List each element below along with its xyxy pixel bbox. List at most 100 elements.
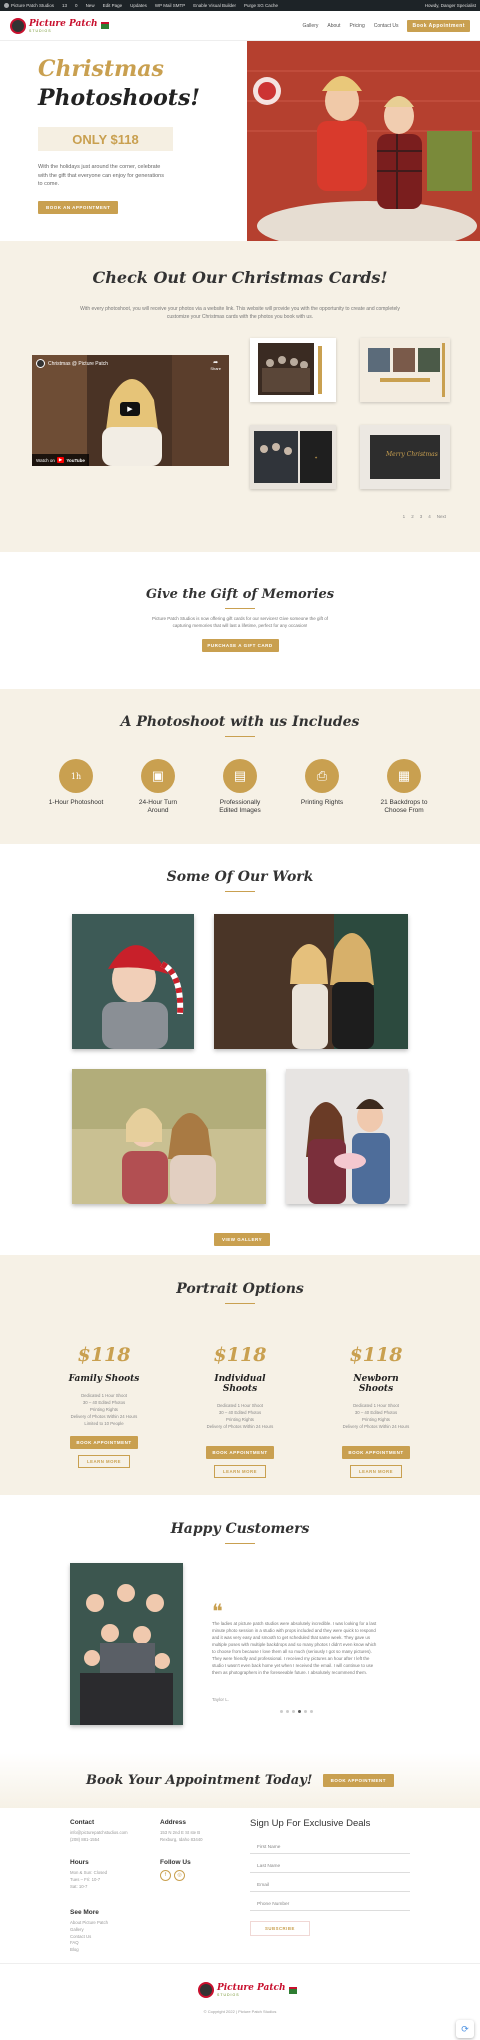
option-newborn: $118 Newborn Shoots Dedicated 1 Hour Sho…: [340, 1344, 412, 1478]
footer-link[interactable]: Contact Us: [70, 1934, 108, 1941]
include-label: Printing Rights: [300, 799, 344, 806]
option-features: Dedicated 1 Hour Shoot 30 – 40 Edited Ph…: [206, 1403, 274, 1429]
christmas-card-3[interactable]: ✦: [250, 425, 336, 489]
recaptcha-icon[interactable]: ⟳: [456, 2020, 474, 2038]
carousel-dot[interactable]: [292, 1710, 295, 1713]
book-appointment-button[interactable]: BOOK APPOINTMENT: [322, 1774, 394, 1787]
last-name-field[interactable]: Last Name: [250, 1854, 410, 1873]
nav-contact[interactable]: Contact Us: [374, 23, 399, 29]
footer-link[interactable]: Blog: [70, 1947, 108, 1954]
admin-item-updates-count[interactable]: 13: [62, 3, 67, 8]
gift-card-button[interactable]: PURCHASE A GIFT CARD: [201, 639, 279, 652]
email-field[interactable]: Email: [250, 1873, 410, 1892]
include-label: 21 Backdrops to Choose From: [380, 799, 428, 814]
video-embed[interactable]: Christmas @ Picture Patch ➦ Share ▶ Watc…: [32, 355, 229, 466]
carousel-dot[interactable]: [286, 1710, 289, 1713]
christmas-card-1[interactable]: [250, 338, 336, 402]
nav-about[interactable]: About: [327, 23, 340, 29]
book-title: Book Your Appointment Today!: [86, 1773, 313, 1788]
footer-see-more-heading: See More: [70, 1909, 99, 1916]
footer-phone[interactable]: (208) 881-1554: [70, 1837, 128, 1844]
copyright: © Copyright 2022 | Picture Patch Studios: [203, 2009, 277, 2014]
view-gallery-button[interactable]: VIEW GALLERY: [214, 1233, 271, 1246]
carousel-dot[interactable]: [304, 1710, 307, 1713]
option-price: $118: [349, 1344, 403, 1366]
carousel-dot[interactable]: [280, 1710, 283, 1713]
footer-hours: Hours Mon & Sun: Closed Tues – Fri: 10-7…: [70, 1859, 108, 1889]
footer-address: Address 153 N 2nd E St ste B Rexburg, Id…: [160, 1818, 203, 1844]
option-learn-more[interactable]: LEARN MORE: [214, 1465, 266, 1478]
hero-children-image: [247, 41, 480, 241]
include-item: ▦ 21 Backdrops to Choose From: [374, 759, 434, 815]
admin-item-purge-cache[interactable]: Purge SG Cache: [244, 3, 278, 8]
camera-logo-icon: [198, 1982, 214, 1998]
option-price: $118: [77, 1344, 131, 1366]
play-icon[interactable]: ▶: [120, 402, 140, 416]
admin-item-site[interactable]: Picture Patch Studios: [4, 3, 54, 9]
option-book-button[interactable]: BOOK APPOINTMENT: [342, 1446, 410, 1459]
christmas-card-2[interactable]: [360, 338, 450, 402]
nav-gallery[interactable]: Gallery: [303, 23, 319, 29]
header-book-button[interactable]: Book Appointment: [407, 19, 470, 32]
first-name-field[interactable]: First Name: [250, 1835, 410, 1854]
video-share[interactable]: ➦ Share: [210, 359, 221, 371]
includes-title: A Photoshoot with us Includes: [120, 714, 360, 730]
admin-item-edit-page[interactable]: Edit Page: [103, 3, 123, 8]
gallery-photo-baby[interactable]: [72, 914, 194, 1049]
testimonial-dots: [280, 1710, 313, 1713]
footer-logo[interactable]: Picture Patch STUDIOS: [198, 1982, 297, 1998]
footer-link[interactable]: Gallery: [70, 1927, 108, 1934]
instagram-icon[interactable]: ◎: [174, 1870, 185, 1881]
gallery-photo-mother-daughter[interactable]: [214, 914, 408, 1049]
gallery-photo-mother-daughter-outdoor[interactable]: [72, 1069, 266, 1204]
nav-pricing[interactable]: Pricing: [349, 23, 364, 29]
hero-description: With the holidays just around the corner…: [38, 164, 164, 187]
logo-sub: STUDIOS: [29, 28, 52, 33]
admin-item-updates[interactable]: Updates: [130, 3, 147, 8]
admin-item-new[interactable]: New: [86, 3, 95, 8]
option-book-button[interactable]: BOOK APPOINTMENT: [206, 1446, 274, 1459]
footer-link[interactable]: FAQ: [70, 1940, 108, 1947]
hero-photo: [247, 41, 480, 241]
include-item: ▣ 24-Hour Turn Around: [128, 759, 188, 815]
admin-item-visual-builder[interactable]: Enable Visual Builder: [193, 3, 236, 8]
mother-daughter-image: [214, 914, 408, 1049]
hero-book-button[interactable]: BOOK AN APPOINTMENT: [38, 200, 119, 214]
footer-email[interactable]: info@picturepatchstudios.com: [70, 1830, 128, 1837]
card-greeting-text: Merry Christmas: [386, 451, 438, 458]
page-2[interactable]: 2: [411, 514, 414, 519]
page-1[interactable]: 1: [403, 514, 406, 519]
footer-link[interactable]: About Picture Patch: [70, 1920, 108, 1927]
carousel-dot[interactable]: [310, 1710, 313, 1713]
site-logo[interactable]: Picture Patch STUDIOS: [10, 17, 109, 34]
family-group-image: [70, 1563, 183, 1725]
printer-icon: ⎙: [305, 759, 339, 793]
page-3[interactable]: 3: [420, 514, 423, 519]
admin-item-wp-mail[interactable]: WP Mail SMTP: [155, 3, 185, 8]
signup-title: Sign Up For Exclusive Deals: [250, 1818, 371, 1829]
footer: Contact info@picturepatchstudios.com (20…: [0, 1808, 480, 1963]
option-learn-more[interactable]: LEARN MORE: [350, 1465, 402, 1478]
christmas-cards-section: Check Out Our Christmas Cards! With ever…: [0, 241, 480, 552]
admin-user[interactable]: Howdy, Danger Specialist: [425, 3, 476, 8]
card-collage-image: [360, 338, 450, 402]
footer-hours-heading: Hours: [70, 1859, 89, 1866]
work-divider: [225, 891, 255, 892]
option-learn-more[interactable]: LEARN MORE: [78, 1455, 130, 1468]
watch-on-youtube[interactable]: Watch on ▶ YouTube: [32, 454, 89, 466]
option-book-button[interactable]: BOOK APPOINTMENT: [70, 1436, 138, 1449]
subscribe-button[interactable]: SUBSCRIBE: [250, 1921, 310, 1936]
admin-item-comments[interactable]: 0: [75, 3, 78, 8]
card-family-image: [250, 338, 336, 402]
facebook-icon[interactable]: f: [160, 1870, 171, 1881]
admin-bar: Picture Patch Studios 13 0 New Edit Page…: [0, 0, 480, 11]
gallery-photo-newborn-family[interactable]: [286, 1069, 408, 1204]
page-next[interactable]: Next: [437, 514, 446, 519]
include-item: ▤ Professionally Edited Images: [210, 759, 270, 815]
phone-field[interactable]: Phone Number: [250, 1892, 410, 1911]
christmas-card-4[interactable]: Merry Christmas: [360, 425, 450, 489]
option-features: Dedicated 1 Hour Shoot 30 – 40 Edited Ph…: [70, 1393, 138, 1426]
page-4[interactable]: 4: [428, 514, 431, 519]
testimonials-divider: [225, 1543, 255, 1544]
carousel-dot-active[interactable]: [298, 1710, 301, 1713]
